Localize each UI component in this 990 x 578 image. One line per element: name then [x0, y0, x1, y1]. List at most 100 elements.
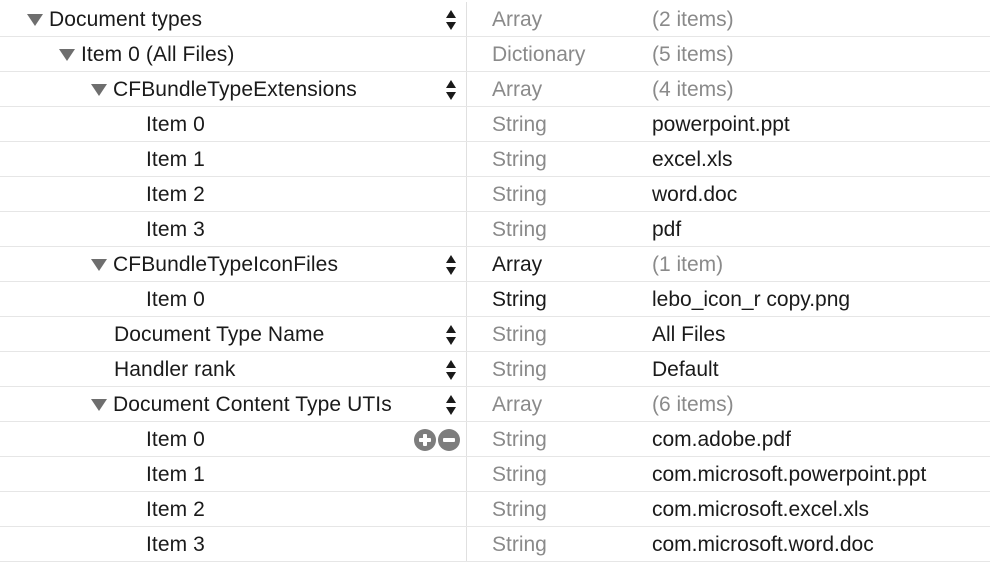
key-cell[interactable]: Item 0	[146, 282, 205, 317]
key-cell[interactable]: Item 1	[146, 142, 205, 177]
key-cell[interactable]: Item 0	[146, 107, 205, 142]
type-cell[interactable]: String	[492, 212, 547, 247]
key-cell[interactable]: Document Type Name	[114, 317, 324, 352]
key-cell[interactable]: Document Content Type UTIs	[91, 387, 392, 422]
plist-row[interactable]: Item 3 String com.microsoft.word.doc	[0, 527, 990, 562]
key-cell[interactable]: Item 0	[146, 422, 205, 457]
key-label: Item 3	[146, 532, 205, 556]
up-down-stepper-icon[interactable]	[445, 358, 458, 382]
value-cell[interactable]: com.microsoft.word.doc	[652, 527, 874, 562]
type-cell[interactable]: String	[492, 177, 547, 212]
type-cell[interactable]: String	[492, 317, 547, 352]
type-cell[interactable]: Dictionary	[492, 37, 585, 72]
plist-row[interactable]: Document Type Name String All Files	[0, 317, 990, 352]
key-cell[interactable]: CFBundleTypeIconFiles	[91, 247, 338, 282]
plist-row[interactable]: Item 3 String pdf	[0, 212, 990, 247]
key-label: Item 0	[146, 112, 205, 136]
up-down-stepper-icon[interactable]	[445, 8, 458, 32]
plist-editor-table: Document types Array (2 items) Item 0 (All …	[0, 2, 990, 562]
value-cell[interactable]: All Files	[652, 317, 726, 352]
type-cell[interactable]: String	[492, 422, 547, 457]
key-label: Item 0	[146, 427, 205, 451]
value-cell[interactable]: excel.xls	[652, 142, 733, 177]
key-cell[interactable]: Item 2	[146, 492, 205, 527]
type-cell[interactable]: String	[492, 282, 547, 317]
value-cell: (1 item)	[652, 253, 724, 276]
value-cell: (5 items)	[652, 43, 734, 66]
key-label: Handler rank	[114, 357, 236, 381]
plist-row[interactable]: Item 0 String com.adobe.pdf	[0, 422, 990, 457]
type-cell[interactable]: String	[492, 107, 547, 142]
key-label: Document Type Name	[114, 322, 325, 346]
plus-circle-icon[interactable]	[414, 429, 436, 451]
column-divider	[466, 527, 467, 561]
value-cell[interactable]: pdf	[652, 212, 681, 247]
value-cell[interactable]: com.adobe.pdf	[652, 422, 791, 457]
type-cell[interactable]: String	[492, 352, 547, 387]
key-label: CFBundleTypeExtensions	[113, 77, 357, 101]
value-cell[interactable]: word.doc	[652, 177, 737, 212]
value-cell[interactable]: powerpoint.ppt	[652, 107, 790, 142]
value-cell[interactable]: com.microsoft.powerpoint.ppt	[652, 457, 926, 492]
key-cell[interactable]: CFBundleTypeExtensions	[91, 72, 357, 107]
type-cell[interactable]: Array	[492, 72, 542, 107]
disclosure-triangle-down-icon[interactable]	[91, 259, 107, 271]
row-action-buttons	[414, 429, 460, 451]
plist-row[interactable]: CFBundleTypeIconFiles Array (1 item)	[0, 247, 990, 282]
type-cell[interactable]: Array	[492, 387, 542, 422]
column-divider	[466, 72, 467, 106]
type-cell[interactable]: String	[492, 527, 547, 562]
minus-circle-icon[interactable]	[438, 429, 460, 451]
up-down-stepper-icon[interactable]	[445, 323, 458, 347]
plist-row[interactable]: Item 1 String com.microsoft.powerpoint.ppt	[0, 457, 990, 492]
value-cell[interactable]: com.microsoft.excel.xls	[652, 492, 869, 527]
up-down-stepper-icon[interactable]	[445, 393, 458, 417]
up-down-stepper-icon[interactable]	[445, 253, 458, 277]
type-cell[interactable]: Array	[492, 2, 542, 37]
type-cell[interactable]: String	[492, 142, 547, 177]
column-divider	[466, 177, 467, 211]
key-cell[interactable]: Item 0 (All Files)	[59, 37, 235, 72]
key-cell[interactable]: Item 3	[146, 212, 205, 247]
plist-row[interactable]: Item 0 (All Files) Dictionary (5 items)	[0, 37, 990, 72]
plist-row[interactable]: CFBundleTypeExtensions Array (4 items)	[0, 72, 990, 107]
disclosure-triangle-down-icon[interactable]	[59, 49, 75, 61]
key-label: Item 0	[146, 287, 205, 311]
column-divider	[466, 387, 467, 421]
value-cell[interactable]: Default	[652, 352, 719, 387]
key-label: Item 1	[146, 462, 205, 486]
plist-row[interactable]: Item 2 String com.microsoft.excel.xls	[0, 492, 990, 527]
plist-row[interactable]: Document Content Type UTIs Array (6 items)	[0, 387, 990, 422]
column-divider	[466, 142, 467, 176]
value-cell[interactable]: lebo_icon_r copy.png	[652, 282, 850, 317]
column-divider	[466, 352, 467, 386]
plist-row[interactable]: Item 1 String excel.xls	[0, 142, 990, 177]
column-divider	[466, 457, 467, 491]
type-cell[interactable]: Array	[492, 247, 542, 282]
key-cell[interactable]: Item 3	[146, 527, 205, 562]
plist-row[interactable]: Item 0 String lebo_icon_r copy.png	[0, 282, 990, 317]
column-divider	[466, 422, 467, 456]
column-divider	[466, 492, 467, 526]
value-cell: (6 items)	[652, 393, 734, 416]
disclosure-triangle-down-icon[interactable]	[91, 84, 107, 96]
type-cell[interactable]: String	[492, 492, 547, 527]
disclosure-triangle-down-icon[interactable]	[91, 399, 107, 411]
value-cell: (2 items)	[652, 8, 734, 31]
column-divider	[466, 282, 467, 316]
key-cell[interactable]: Document types	[27, 2, 202, 37]
type-cell[interactable]: String	[492, 457, 547, 492]
plist-row[interactable]: Document types Array (2 items)	[0, 2, 990, 37]
key-label: Document types	[49, 7, 203, 31]
plist-row[interactable]: Handler rank String Default	[0, 352, 990, 387]
key-label: Item 2	[146, 497, 205, 521]
column-divider	[466, 37, 467, 71]
plist-row[interactable]: Item 0 String powerpoint.ppt	[0, 107, 990, 142]
key-cell[interactable]: Item 1	[146, 457, 205, 492]
plist-row[interactable]: Item 2 String word.doc	[0, 177, 990, 212]
key-label: Item 0 (All Files)	[81, 42, 235, 66]
key-cell[interactable]: Item 2	[146, 177, 205, 212]
up-down-stepper-icon[interactable]	[445, 78, 458, 102]
key-cell[interactable]: Handler rank	[114, 352, 235, 387]
disclosure-triangle-down-icon[interactable]	[27, 14, 43, 26]
